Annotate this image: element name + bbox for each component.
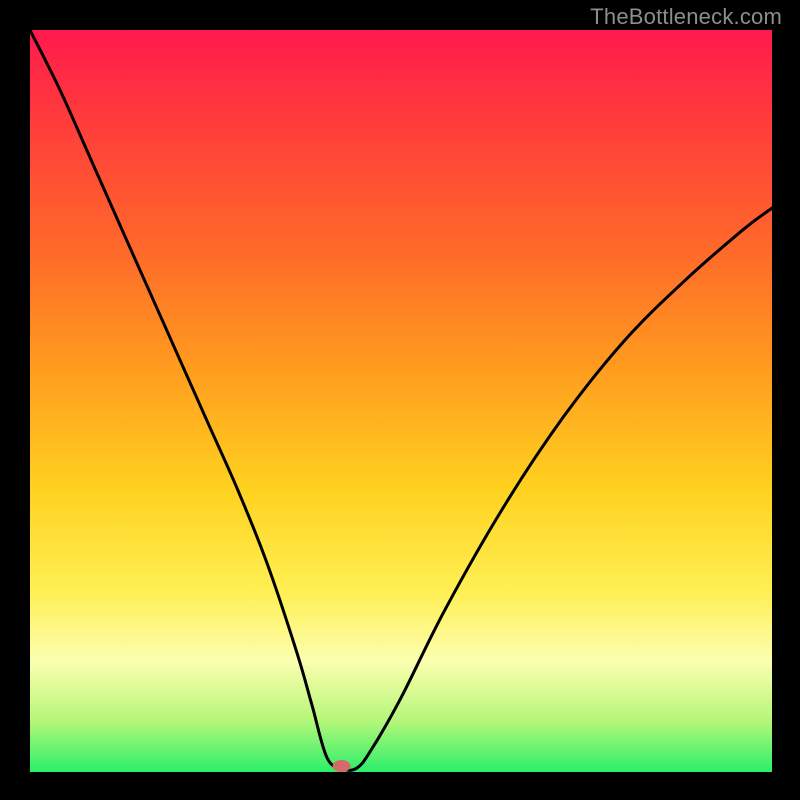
plot-area bbox=[30, 30, 772, 772]
chart-stage: TheBottleneck.com bbox=[0, 0, 800, 800]
watermark-text: TheBottleneck.com bbox=[590, 4, 782, 30]
min-marker bbox=[333, 760, 351, 772]
bottleneck-curve bbox=[30, 30, 772, 770]
curve-layer bbox=[30, 30, 772, 772]
